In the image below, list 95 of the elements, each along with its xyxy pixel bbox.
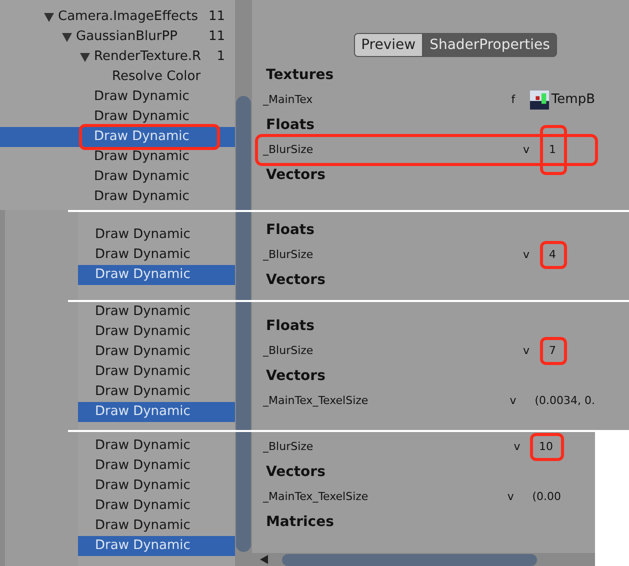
tree-item[interactable]: Draw Dynamic	[78, 476, 235, 496]
section-title: Vectors	[265, 367, 326, 386]
section-title: Vectors	[265, 463, 326, 482]
item-label: Draw Dynamic	[95, 517, 190, 535]
property-value: (0.00	[531, 488, 561, 505]
property-name: _BlurSize	[262, 142, 314, 158]
tree-item[interactable]: Draw Dynamic	[78, 265, 235, 285]
tree-item[interactable]: Draw Dynamic	[78, 225, 235, 245]
property-name: _MainTex	[262, 92, 314, 108]
section-title: Floats	[265, 221, 316, 240]
tree-item[interactable]: Draw Dynamic	[78, 536, 235, 556]
item-label: Draw Dynamic	[95, 403, 190, 421]
item-label: Draw Dynamic	[95, 437, 190, 455]
item-count: 11	[208, 28, 225, 46]
tree-item[interactable]: Draw Dynamic	[78, 496, 235, 516]
tab[interactable]: ShaderProperties	[422, 33, 557, 57]
item-label: Draw Dynamic	[95, 303, 190, 321]
item-label: Draw Dynamic	[95, 343, 190, 361]
scrollbar-thumb[interactable]	[282, 554, 537, 566]
property-value: 1	[543, 128, 564, 172]
item-label: Draw Dynamic	[94, 108, 190, 126]
item-label: Draw Dynamic	[95, 537, 190, 555]
item-count: 1	[216, 48, 225, 66]
tree-item[interactable]: Draw Dynamic	[78, 456, 235, 476]
tree-item[interactable]: Draw Dynamic	[0, 167, 235, 187]
item-label: RenderTexture.R	[94, 48, 202, 66]
item-label: Camera.ImageEffects	[58, 8, 198, 26]
tree-item[interactable]: Draw Dynamic	[78, 302, 235, 322]
item-label: Draw Dynamic	[95, 266, 190, 284]
expand-triangle-icon[interactable]	[62, 33, 72, 42]
tree-item[interactable]: Draw Dynamic	[0, 127, 235, 147]
tree-item[interactable]: Draw Dynamic	[78, 402, 235, 422]
section-title: Vectors	[265, 166, 326, 185]
property-name: _BlurSize	[262, 342, 314, 359]
property-name: _MainTex_TexelSize	[262, 392, 370, 409]
tree-item[interactable]: GaussianBlurPP 11	[0, 27, 235, 47]
horizontal-scrollbar[interactable]	[252, 553, 595, 566]
tree-item[interactable]: Draw Dynamic	[78, 322, 235, 342]
property-name: _BlurSize	[262, 438, 314, 455]
scrollbar-thumb[interactable]	[236, 302, 251, 430]
property-type: v	[510, 392, 518, 409]
scrollbar-thumb[interactable]	[236, 96, 251, 210]
item-label: Draw Dynamic	[95, 363, 190, 381]
tree-item[interactable]: Draw Dynamic	[0, 107, 235, 127]
tree-item[interactable]: RenderTexture.R 1	[0, 47, 235, 67]
item-label: Draw Dynamic	[95, 383, 190, 401]
item-count: 11	[208, 8, 225, 26]
tree-item[interactable]: Draw Dynamic	[0, 147, 235, 167]
tree-item[interactable]: Draw Dynamic	[78, 362, 235, 382]
section-title: Matrices	[265, 513, 335, 532]
item-label: Draw Dynamic	[95, 497, 190, 515]
tree-item[interactable]: Draw Dynamic	[78, 382, 235, 402]
item-label: Resolve Color	[112, 68, 201, 86]
property-value: 4	[543, 244, 564, 266]
property-type: v	[523, 342, 531, 359]
tree-item[interactable]: Draw Dynamic	[0, 87, 235, 107]
item-label: Draw Dynamic	[94, 148, 190, 166]
section-title: Floats	[265, 317, 316, 336]
property-type: v	[523, 246, 531, 263]
item-label: Draw Dynamic	[95, 457, 190, 475]
item-label: Draw Dynamic	[95, 477, 190, 495]
property-name: _MainTex_TexelSize	[262, 488, 370, 505]
property-name: _BlurSize	[262, 246, 314, 263]
scrollbar-thumb[interactable]	[236, 212, 251, 300]
property-type: v	[523, 142, 531, 158]
item-label: Draw Dynamic	[95, 246, 190, 264]
item-label: Draw Dynamic	[94, 168, 190, 186]
tree-item[interactable]: Draw Dynamic	[78, 342, 235, 362]
tab[interactable]: Preview	[354, 33, 423, 57]
scrollbar-thumb[interactable]	[236, 432, 251, 552]
item-label: Draw Dynamic	[94, 88, 190, 106]
tree-item[interactable]: Draw Dynamic	[78, 245, 235, 265]
item-label: Draw Dynamic	[95, 226, 190, 244]
item-label: Draw Dynamic	[95, 323, 190, 341]
tree-item[interactable]: Draw Dynamic	[78, 516, 235, 536]
expand-triangle-icon[interactable]	[44, 13, 54, 22]
tree-item[interactable]: Draw Dynamic	[78, 436, 235, 456]
property-value: 10	[533, 436, 561, 458]
item-label: Draw Dynamic	[94, 188, 190, 206]
property-type: f	[511, 92, 516, 108]
item-label: Draw Dynamic	[82, 127, 218, 147]
section-title: Floats	[265, 116, 316, 135]
section-title: Textures	[265, 66, 335, 85]
property-type: v	[507, 488, 515, 505]
left-arrow-icon[interactable]	[260, 555, 268, 564]
tree-item[interactable]: Resolve Color	[0, 67, 235, 87]
property-type: v	[514, 438, 522, 455]
tree-item[interactable]: Camera.ImageEffects 11	[0, 7, 235, 27]
item-label: GaussianBlurPP	[76, 28, 178, 46]
expand-triangle-icon[interactable]	[80, 53, 90, 62]
property-value: (0.0034, 0.	[534, 392, 595, 409]
tree-item[interactable]: Draw Dynamic	[0, 187, 235, 207]
property-value: TempB	[551, 91, 595, 110]
property-value: 7	[543, 340, 564, 362]
section-title: Vectors	[265, 271, 326, 290]
